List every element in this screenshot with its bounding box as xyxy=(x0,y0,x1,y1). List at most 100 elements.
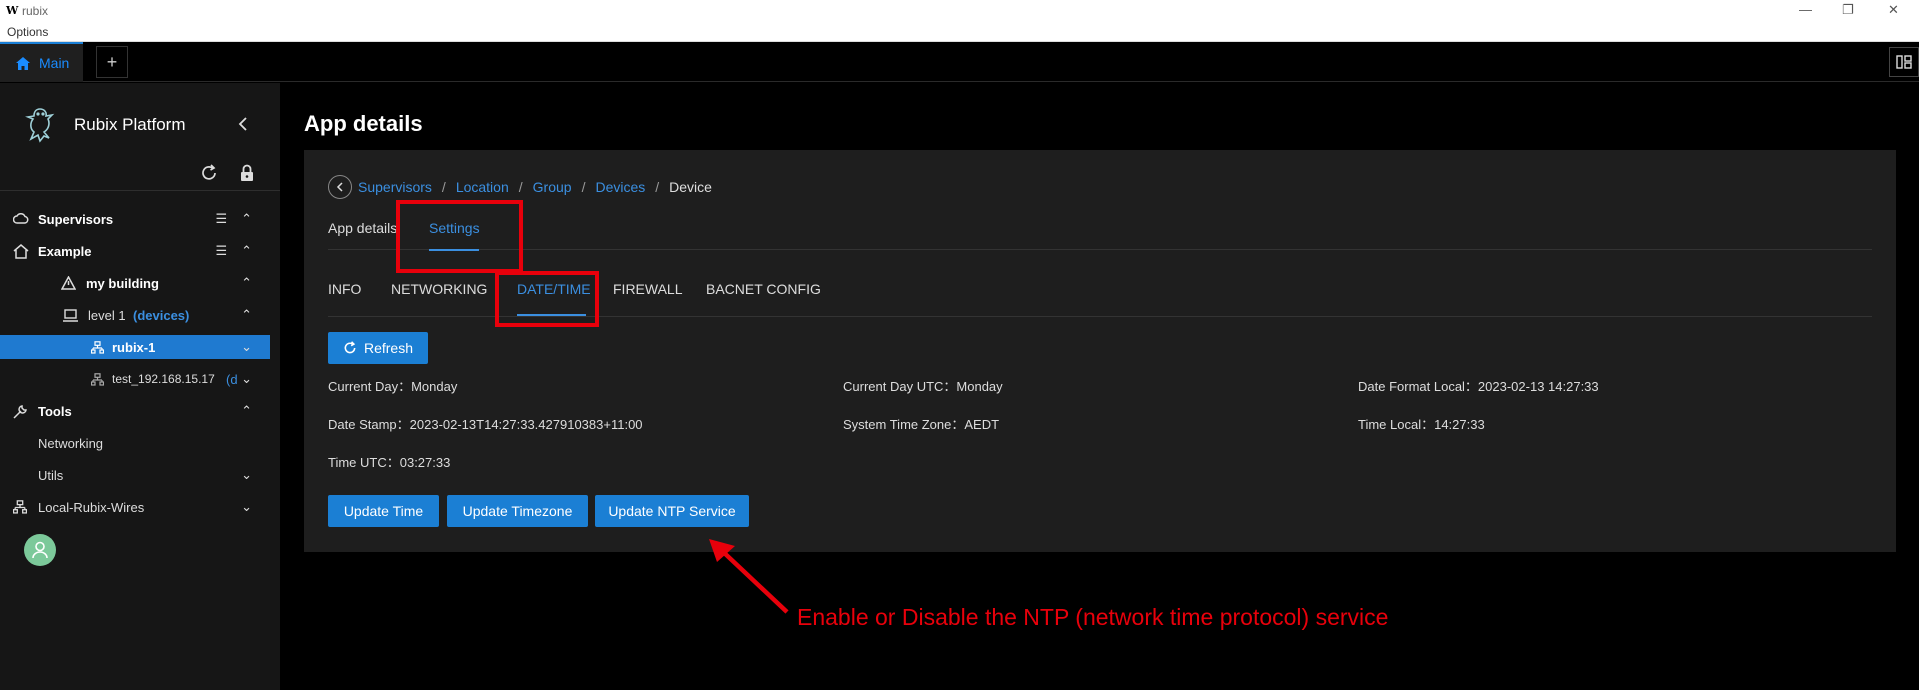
back-icon[interactable] xyxy=(328,175,352,199)
system-time-zone: System Time Zone：AEDT xyxy=(843,417,1000,432)
restore-icon[interactable]: ❐ xyxy=(1842,2,1854,18)
chevron-down-icon[interactable]: ⌄ xyxy=(241,467,252,483)
date-stamp: Date Stamp：2023-02-13T14:27:33.427910383… xyxy=(328,417,643,432)
frog-logo-icon xyxy=(25,108,55,143)
devices-link[interactable]: (devices) xyxy=(133,308,189,323)
collapse-sidebar-icon[interactable] xyxy=(237,117,249,136)
sidebar-item-label: Utils xyxy=(38,467,64,483)
date-format-local: Date Format Local：2023-02-13 14:27:33 xyxy=(1358,379,1599,394)
app-logo: W xyxy=(6,4,19,17)
sidebar-item-tools[interactable]: Tools ⌃ xyxy=(0,395,270,427)
sidebar-item-my-building[interactable]: my building ⌃ xyxy=(0,267,270,299)
refresh-icon xyxy=(344,341,356,354)
sidebar-item-label: Tools xyxy=(38,403,72,419)
chevron-up-icon[interactable]: ⌃ xyxy=(241,307,252,323)
annotation-text: Enable or Disable the NTP (network time … xyxy=(797,604,1389,630)
update-ntp-service-button[interactable]: Update NTP Service xyxy=(595,495,749,527)
tab-main[interactable]: Main xyxy=(0,42,83,82)
network-node-icon xyxy=(13,500,27,514)
laptop-icon xyxy=(63,308,78,322)
network-node-icon xyxy=(91,372,104,386)
sidebar-item-label: my building xyxy=(86,275,159,291)
sidebar-item-networking[interactable]: Networking xyxy=(0,427,270,459)
sidebar-item-label: test_192.168.15.17 xyxy=(112,372,215,386)
annotation-arrow-icon xyxy=(709,539,789,614)
update-timezone-button[interactable]: Update Timezone xyxy=(447,495,588,527)
page-title: App details xyxy=(304,111,423,136)
time-utc: Time UTC：03:27:33 xyxy=(328,455,451,470)
add-tab-button[interactable]: + xyxy=(96,46,128,78)
network-node-icon xyxy=(91,340,104,354)
current-day-utc: Current Day UTC：Monday xyxy=(843,379,1003,394)
tab-main-label: Main xyxy=(39,55,70,71)
chevron-down-icon[interactable]: ⌄ xyxy=(241,339,252,355)
refresh-button[interactable]: Refresh xyxy=(328,332,428,364)
sidebar-item-level-1[interactable]: level 1 (devices) ⌃ xyxy=(0,299,270,331)
main-content: App details Supervisors / Location / Gro… xyxy=(281,83,1919,690)
chevron-up-icon[interactable]: ⌃ xyxy=(241,403,252,419)
breadcrumb-separator: / xyxy=(581,179,586,195)
chevron-up-icon[interactable]: ⌃ xyxy=(241,211,252,227)
sidebar-item-label: Local-Rubix-Wires xyxy=(38,499,145,515)
chevron-down-icon[interactable]: ⌄ xyxy=(241,371,252,387)
house-icon xyxy=(13,243,29,259)
minimize-icon[interactable]: — xyxy=(1799,2,1812,17)
breadcrumb-supervisors[interactable]: Supervisors xyxy=(358,179,432,195)
breadcrumb-separator: / xyxy=(518,179,523,195)
time-local: Time Local：14:27:33 xyxy=(1358,417,1485,432)
sidebar-item-label: Networking xyxy=(38,435,104,451)
breadcrumb: Supervisors / Location / Group / Devices… xyxy=(328,175,712,199)
sidebar-divider xyxy=(0,190,280,191)
sidebar-item-supervisors[interactable]: Supervisors ☰ ⌃ xyxy=(0,203,270,235)
sidebar-item-local-rubix-wires[interactable]: Local-Rubix-Wires ⌄ xyxy=(0,491,270,523)
cloud-icon xyxy=(13,212,29,226)
breadcrumb-devices[interactable]: Devices xyxy=(595,179,645,195)
sidebar: Rubix Platform Supervisors ☰ ⌃ Example ☰ ⌃… xyxy=(0,83,280,690)
tab-app-details[interactable]: App details xyxy=(328,220,397,236)
sidebar-item-rubix-1[interactable]: rubix-1 ⌄ xyxy=(0,335,270,359)
menubar: Options xyxy=(0,22,1919,42)
tab-networking[interactable]: NETWORKING xyxy=(391,281,487,297)
window-title: rubix xyxy=(22,4,49,18)
details-panel: Supervisors / Location / Group / Devices… xyxy=(304,150,1896,552)
close-icon[interactable]: ✕ xyxy=(1888,2,1899,18)
current-day: Current Day：Monday xyxy=(328,379,458,394)
breadcrumb-device: Device xyxy=(669,179,712,195)
sidebar-item-label: rubix-1 xyxy=(112,339,156,355)
chevron-down-icon[interactable]: ⌄ xyxy=(241,499,252,515)
lock-icon[interactable] xyxy=(239,164,255,187)
menu-icon[interactable]: ☰ xyxy=(215,243,227,259)
devices-link[interactable]: (d xyxy=(226,372,238,387)
warning-triangle-icon xyxy=(61,276,76,290)
update-time-button[interactable]: Update Time xyxy=(328,495,439,527)
breadcrumb-separator: / xyxy=(655,179,660,195)
breadcrumb-location[interactable]: Location xyxy=(456,179,509,195)
tab-info[interactable]: INFO xyxy=(328,281,361,297)
sidebar-item-test-device[interactable]: test_192.168.15.17 (d ⌄ xyxy=(0,363,270,395)
chevron-up-icon[interactable]: ⌃ xyxy=(241,275,252,291)
tab-bar: Main + xyxy=(0,42,1919,82)
chevron-up-icon[interactable]: ⌃ xyxy=(241,243,252,259)
sidebar-item-label: Example xyxy=(38,243,92,259)
wrench-icon xyxy=(13,404,28,419)
top-tabs: App details Settings xyxy=(328,220,1872,251)
tab-bacnet-config[interactable]: BACNET CONFIG xyxy=(706,281,821,297)
brand-name: Rubix Platform xyxy=(74,115,186,134)
layout-icon[interactable] xyxy=(1889,47,1919,77)
sidebar-item-utils[interactable]: Utils ⌄ xyxy=(0,459,270,491)
tab-firewall[interactable]: FIREWALL xyxy=(613,281,683,297)
refresh-icon[interactable] xyxy=(200,164,218,187)
brand: Rubix Platform xyxy=(22,105,185,145)
sidebar-item-label: Supervisors xyxy=(38,211,114,227)
avatar[interactable] xyxy=(24,534,56,566)
menu-options[interactable]: Options xyxy=(7,25,48,39)
refresh-label: Refresh xyxy=(363,340,414,356)
sidebar-item-label: level 1 xyxy=(88,307,126,323)
menu-icon[interactable]: ☰ xyxy=(215,211,227,227)
home-icon xyxy=(16,56,30,70)
highlight-box-date-time xyxy=(495,271,599,327)
highlight-box-settings xyxy=(396,200,523,273)
breadcrumb-separator: / xyxy=(441,179,446,195)
sidebar-item-example[interactable]: Example ☰ ⌃ xyxy=(0,235,270,267)
breadcrumb-group[interactable]: Group xyxy=(533,179,572,195)
